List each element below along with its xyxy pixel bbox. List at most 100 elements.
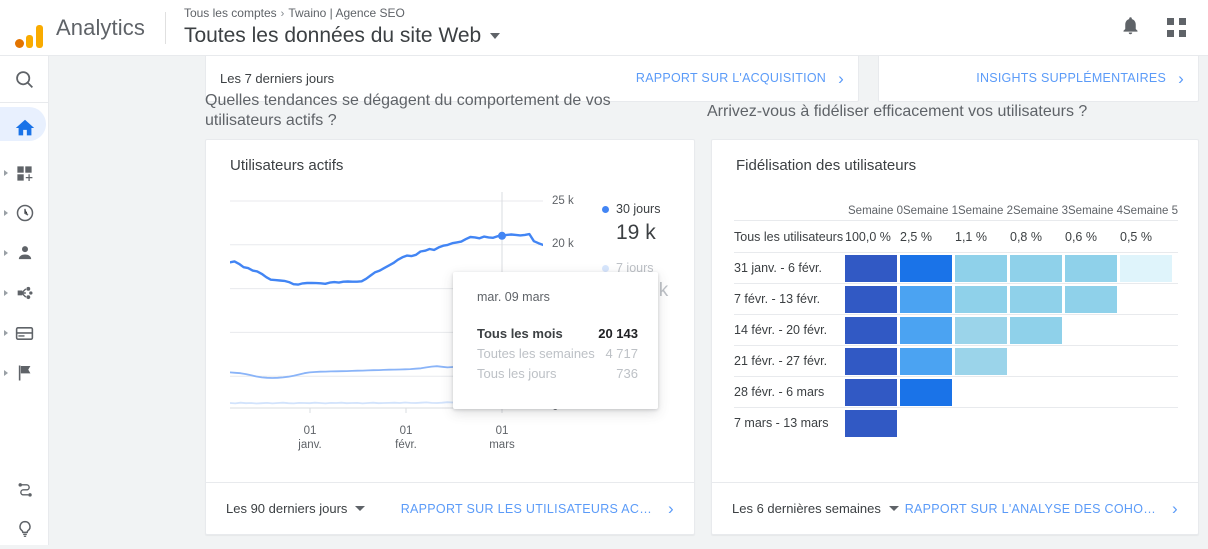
sidebar-item-search[interactable] — [0, 56, 49, 102]
card-title: Utilisateurs actifs — [230, 157, 344, 174]
property-title-text: Toutes les données du site Web — [183, 24, 482, 47]
cohort-cell-r4-c1[interactable] — [900, 378, 955, 406]
chevron-down-icon[interactable] — [490, 32, 501, 39]
cohort-cell-r0-c2[interactable] — [955, 254, 1010, 282]
expand-arrow-icon — [4, 370, 8, 376]
cohort-analysis-report-link[interactable]: RAPPORT SUR L'ANALYSE DES COHO… › — [905, 500, 1178, 517]
x-tick-mar: 01 mars — [489, 425, 515, 451]
sidebar-item-admin[interactable] — [0, 469, 49, 509]
sidebar-item-audience[interactable] — [0, 233, 49, 273]
tooltip-value: 20 143 — [598, 326, 638, 341]
cell-fill — [1010, 316, 1062, 344]
cohort-cell-r3-c0[interactable] — [845, 347, 900, 375]
cohort-column-header-4: Semaine 4 — [1068, 205, 1123, 217]
date-range-selector[interactable]: Les 90 derniers jours — [226, 501, 366, 516]
date-range-selector[interactable]: Les 6 dernières semaines — [732, 501, 899, 516]
cell-fill — [900, 316, 952, 344]
sidebar-item-realtime[interactable] — [0, 193, 49, 233]
legend-entry-30-days[interactable]: 30 jours 19 k — [602, 202, 668, 245]
tooltip-value: 736 — [616, 366, 638, 381]
cohort-cell-r1-c2[interactable] — [955, 285, 1010, 313]
cohort-table: Semaine 0 Semaine 1 Semaine 2 Semaine 3 Sema… — [734, 192, 1178, 438]
cohort-cell-r0-c4[interactable] — [1065, 254, 1120, 282]
cohort-cell-r2-c3[interactable] — [1010, 316, 1065, 344]
row-values: 100,0 % 2,5 % 1,1 % 0,8 % 0,6 % 0,5 % — [845, 230, 1175, 244]
cell-fill — [955, 316, 1007, 344]
cohort-table-body: 31 janv. - 6 févr. 7 févr. - 13 févr. 14 f… — [734, 252, 1178, 438]
home-icon — [15, 119, 34, 136]
clock-icon — [16, 204, 33, 222]
row-label: 7 mars - 13 mars — [734, 416, 829, 430]
cell-fill — [845, 378, 897, 406]
cohort-cell-r0-c1[interactable] — [900, 254, 955, 282]
all-users-value-0: 100,0 % — [845, 229, 891, 244]
chevron-down-icon — [355, 506, 366, 511]
cell-fill — [900, 285, 952, 313]
tooltip-date: mar. 09 mars — [477, 290, 550, 304]
tooltip-row-weekly: Toutes les semaines 4 717 — [477, 346, 638, 361]
header-actions — [1120, 15, 1186, 41]
section-heading-retention: Arrivez-vous à fidéliser efficacement vo… — [707, 103, 1088, 120]
link-label: RAPPORT SUR LES UTILISATEURS AC… — [400, 501, 653, 516]
sidebar-item-home[interactable] — [0, 103, 49, 153]
bell-icon[interactable] — [1120, 15, 1141, 41]
tooltip-row-daily: Tous les jours 736 — [477, 366, 638, 381]
row-label: 7 févr. - 13 févr. — [734, 292, 821, 306]
cohort-cell-r1-c4[interactable] — [1065, 285, 1120, 313]
cohort-column-header-3: Semaine 3 — [1013, 205, 1068, 217]
cohort-cell-r0-c5[interactable] — [1120, 254, 1175, 282]
date-range-selector[interactable]: Les 7 derniers jours — [220, 71, 334, 86]
sidebar-item-customization[interactable] — [0, 153, 49, 193]
sidebar-item-conversions[interactable] — [0, 353, 49, 393]
page-title[interactable]: Toutes les données du site Web — [183, 22, 501, 49]
cohort-table-row: 14 févr. - 20 févr. — [734, 314, 1178, 345]
row-cells — [845, 285, 1120, 313]
person-icon — [18, 246, 31, 260]
cohort-cell-r1-c3[interactable] — [1010, 285, 1065, 313]
active-users-report-link[interactable]: RAPPORT SUR LES UTILISATEURS AC… › — [401, 500, 674, 517]
cohort-cell-r0-c0[interactable] — [845, 254, 900, 282]
customization-icon — [17, 165, 33, 181]
acquisition-report-link[interactable]: RAPPORT SUR L'ACQUISITION › — [636, 70, 844, 87]
all-users-value-1: 2,5 % — [900, 229, 932, 244]
sidebar-item-discover[interactable] — [0, 509, 49, 549]
sidebar-item-behavior[interactable] — [0, 313, 49, 353]
cohort-column-header-1: Semaine 1 — [903, 205, 958, 217]
cell-fill — [955, 285, 1007, 313]
chevron-right-icon: › — [1178, 68, 1184, 88]
cell-fill — [845, 347, 897, 375]
additional-insights-link[interactable]: INSIGHTS SUPPLÉMENTAIRES › — [976, 70, 1184, 87]
cohort-cell-r3-c2[interactable] — [955, 347, 1010, 375]
tooltip-value: 4 717 — [605, 346, 638, 361]
breadcrumb-property[interactable]: Twaino | Agence SEO — [288, 6, 405, 20]
legend-dot-icon — [602, 264, 609, 272]
cohort-cell-r2-c0[interactable] — [845, 316, 900, 344]
top-app-bar: Analytics Tous les comptes › Twaino | Agen… — [0, 0, 1208, 56]
property-selector[interactable]: Tous les comptes › Twaino | Agence SEO Tou… — [183, 6, 501, 49]
cohort-cell-r2-c1[interactable] — [900, 316, 955, 344]
cohort-cell-r2-c2[interactable] — [955, 316, 1010, 344]
cohort-column-header-2: Semaine 2 — [958, 205, 1013, 217]
cohort-table-row: 31 janv. - 6 févr. — [734, 252, 1178, 283]
breadcrumb-account[interactable]: Tous les comptes — [184, 6, 277, 20]
row-label: 21 févr. - 27 févr. — [734, 354, 828, 368]
cohort-cell-r1-c0[interactable] — [845, 285, 900, 313]
all-users-value-2: 1,1 % — [955, 229, 987, 244]
cell-fill — [845, 409, 897, 437]
cohort-cell-r1-c1[interactable] — [900, 285, 955, 313]
apps-grid-icon[interactable] — [1167, 18, 1186, 37]
sidebar-item-acquisition[interactable] — [0, 273, 49, 313]
cohort-cell-r4-c0[interactable] — [845, 378, 900, 406]
cohort-cell-r5-c0[interactable] — [845, 409, 900, 437]
all-users-value-3: 0,8 % — [1010, 229, 1042, 244]
user-retention-card: Fidélisation des utilisateurs Semaine 0S… — [711, 139, 1199, 535]
cohort-column-header-0: Semaine 0 — [848, 205, 903, 217]
cohort-cell-r3-c1[interactable] — [900, 347, 955, 375]
card-footer: Les 90 derniers jours RAPPORT SUR LES UT… — [206, 482, 694, 534]
legend-dot-icon — [602, 205, 609, 213]
row-label: 14 févr. - 20 févr. — [734, 323, 828, 337]
cell-fill — [845, 316, 897, 344]
lightbulb-icon — [18, 520, 31, 537]
row-label: 28 févr. - 6 mars — [734, 385, 825, 399]
cohort-cell-r0-c3[interactable] — [1010, 254, 1065, 282]
